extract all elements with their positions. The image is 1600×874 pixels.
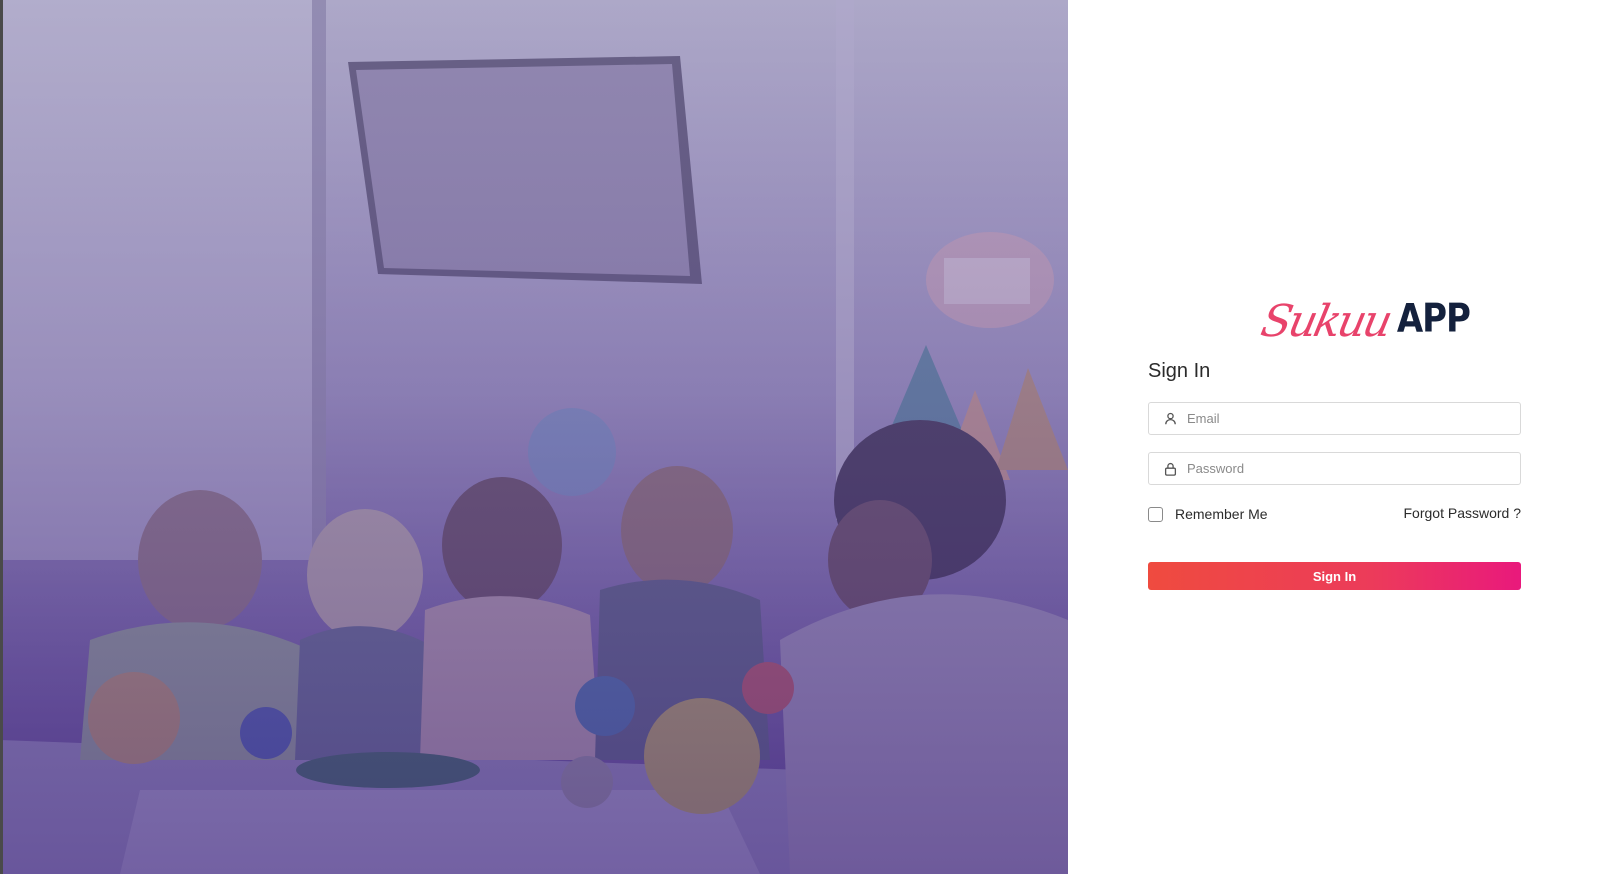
email-field[interactable] [1148, 402, 1521, 435]
email-input[interactable] [1187, 403, 1520, 434]
sign-in-button[interactable]: Sign In [1148, 562, 1521, 590]
login-panel: Sukuu APP Sign In Rem [1068, 0, 1600, 874]
hero-overlay [0, 0, 1068, 874]
brand-logo-bold: APP [1396, 296, 1471, 342]
remember-me-checkbox[interactable] [1148, 506, 1163, 522]
form-title: Sign In [1148, 360, 1211, 382]
forgot-password-link[interactable]: Forgot Password ? [1404, 505, 1522, 521]
classroom-illustration [0, 0, 1068, 874]
login-page: Sukuu APP Sign In Rem [0, 0, 1600, 874]
password-field[interactable] [1148, 452, 1521, 485]
remember-me[interactable]: Remember Me [1148, 506, 1268, 522]
brand-logo: Sukuu APP [1257, 276, 1471, 347]
brand-logo-script: Sukuu [1256, 296, 1395, 347]
password-input[interactable] [1187, 453, 1520, 484]
hero-left-edge [0, 0, 3, 874]
hero-image [0, 0, 1068, 874]
remember-me-label[interactable]: Remember Me [1175, 506, 1268, 522]
lock-icon [1162, 461, 1178, 477]
user-icon [1162, 411, 1178, 427]
